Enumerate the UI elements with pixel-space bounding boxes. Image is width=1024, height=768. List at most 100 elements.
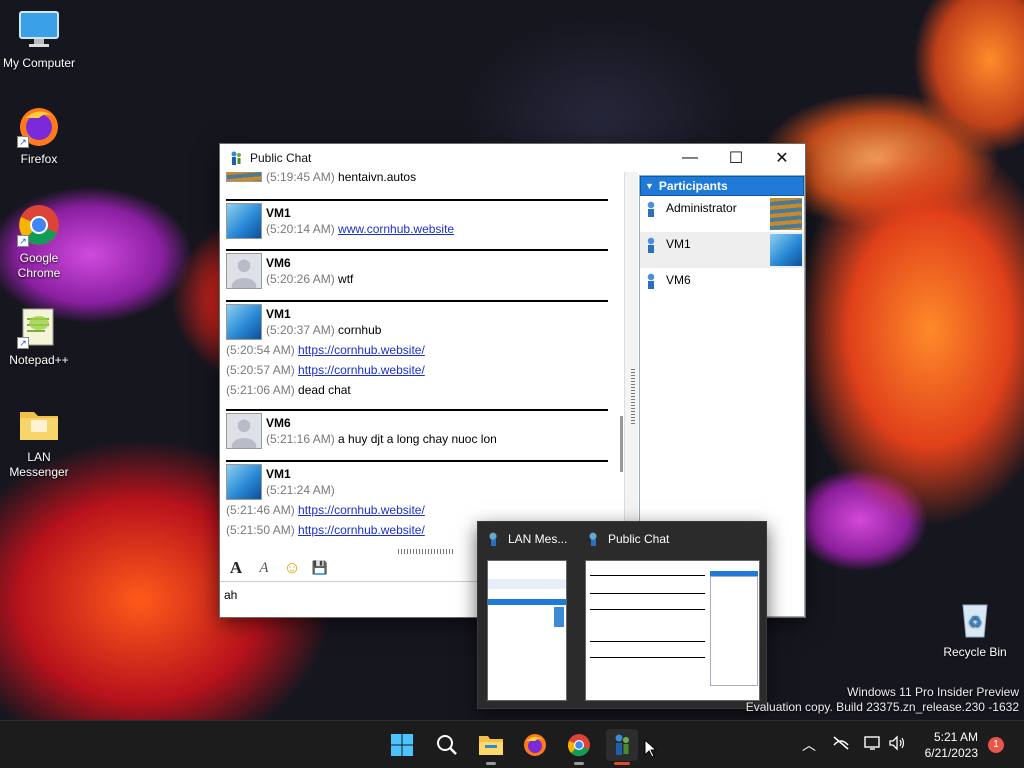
clock-time: 5:21 AM	[933, 730, 978, 744]
message-input[interactable]: ah	[220, 581, 480, 618]
desktop-icon-firefox[interactable]: ↗ Firefox	[1, 104, 77, 167]
search-button[interactable]	[431, 729, 463, 761]
avatar	[770, 198, 802, 230]
lan-messenger-taskbar-button[interactable]	[606, 729, 638, 765]
volume-icon[interactable]	[888, 735, 906, 754]
desktop-icon-notepadpp[interactable]: ↗ Notepad++	[1, 305, 77, 368]
firefox-icon	[524, 734, 546, 756]
preview-lan-messenger-title[interactable]: LAN Mes...	[486, 532, 567, 546]
firefox-icon: ↗	[17, 104, 61, 148]
message-block: (5:19:45 AM) hentaivn.autos	[226, 172, 608, 184]
folder-icon	[479, 736, 503, 755]
message-block: VM6 (5:21:16 AM) a huy djt a long chay n…	[226, 409, 608, 449]
avatar	[226, 413, 262, 449]
user-icon	[646, 237, 656, 253]
participant-vm6[interactable]: VM6	[640, 268, 804, 304]
chrome-taskbar-button[interactable]	[563, 729, 595, 765]
message-sender: VM6	[266, 416, 291, 430]
desktop-icon-lan-messenger[interactable]: LAN Messenger	[1, 402, 77, 480]
user-icon	[646, 201, 656, 217]
svg-text:♻: ♻	[968, 612, 982, 631]
running-indicator	[574, 762, 584, 765]
message-line: (5:20:26 AM) wtf	[266, 272, 354, 286]
preview-thumbnail-lan-messenger[interactable]	[487, 560, 567, 701]
preview-thumbnail-public-chat[interactable]	[585, 560, 760, 701]
clock-date: 6/21/2023	[924, 746, 978, 760]
active-indicator	[614, 762, 630, 765]
notification-badge[interactable]: 1	[988, 737, 1004, 753]
message-line: (5:19:45 AM) hentaivn.autos	[266, 172, 417, 184]
chat-scrollbar[interactable]	[620, 416, 623, 472]
folder-icon	[17, 402, 61, 446]
lan-messenger-app-icon	[486, 532, 500, 546]
windows-logo-icon	[391, 734, 413, 756]
message-block: VM1 (5:21:24 AM) (5:21:46 AM) https://co…	[226, 460, 608, 537]
start-button[interactable]	[386, 729, 418, 761]
message-block: VM1 (5:20:14 AM) www.cornhub.website	[226, 199, 608, 239]
emoji-button[interactable]: ☺	[282, 558, 302, 578]
participant-vm1[interactable]: VM1	[640, 232, 804, 268]
system-clock[interactable]: 5:21 AM 6/21/2023	[925, 729, 978, 761]
taskbar-preview: LAN Mes... Public Chat	[477, 521, 767, 709]
recycle-bin-icon: ♻	[953, 597, 997, 641]
maximize-button[interactable]: ☐	[713, 144, 759, 172]
font-button[interactable]: A	[226, 558, 246, 578]
user-icon	[646, 273, 656, 289]
title-bar[interactable]: Public Chat — ☐ ✕	[220, 144, 805, 172]
preview-public-chat-title[interactable]: Public Chat	[586, 532, 669, 546]
avatar	[226, 304, 262, 340]
message-link[interactable]: https://cornhub.website/	[298, 363, 425, 377]
message-link[interactable]: https://cornhub.website/	[298, 523, 425, 537]
lan-messenger-app-icon	[228, 150, 244, 166]
avatar	[226, 203, 262, 239]
message-line: (5:20:57 AM) https://cornhub.website/	[226, 363, 425, 377]
desktop-icon-label: Recycle Bin	[943, 645, 1007, 659]
message-line: (5:21:24 AM)	[266, 483, 335, 497]
search-icon	[437, 735, 457, 755]
display-icon[interactable]	[864, 735, 882, 754]
message-line: (5:20:54 AM) https://cornhub.website/	[226, 343, 425, 357]
desktop-icon-chrome[interactable]: ↗ Google Chrome	[1, 203, 77, 281]
message-sender: VM1	[266, 307, 291, 321]
mouse-cursor-icon	[644, 739, 658, 758]
message-link[interactable]: www.cornhub.website	[338, 222, 454, 236]
participant-administrator[interactable]: Administrator	[640, 196, 804, 232]
input-splitter-grip[interactable]	[398, 549, 453, 554]
save-button[interactable]: 💾	[310, 560, 330, 576]
desktop-icon-label: Notepad++	[9, 353, 69, 367]
desktop-icon-label: LAN Messenger	[9, 450, 69, 479]
avatar	[226, 464, 262, 500]
avatar	[226, 253, 262, 289]
message-link[interactable]: https://cornhub.website/	[298, 343, 425, 357]
chat-history[interactable]: (5:19:45 AM) hentaivn.autos VM1 (5:20:14…	[220, 172, 616, 553]
desktop-icon-my-computer[interactable]: My Computer	[1, 8, 77, 71]
minimize-button[interactable]: —	[667, 144, 713, 172]
avatar	[770, 234, 802, 266]
lan-messenger-app-icon	[586, 532, 600, 546]
network-disconnected-icon[interactable]	[832, 735, 850, 754]
desktop-icon-label: Firefox	[20, 152, 58, 166]
windows-watermark: Windows 11 Pro Insider Preview Evaluatio…	[745, 685, 1019, 714]
format-toolbar: A A ☺ 💾	[220, 557, 480, 579]
firefox-taskbar-button[interactable]	[519, 729, 551, 761]
message-link[interactable]: https://cornhub.website/	[298, 503, 425, 517]
taskbar: ︿ 5:21 AM 6/21/2023 1	[0, 720, 1024, 768]
avatar	[226, 172, 262, 182]
message-line: (5:21:46 AM) https://cornhub.website/	[226, 503, 425, 517]
running-indicator	[486, 762, 496, 765]
font-style-button[interactable]: A	[254, 560, 274, 577]
notepadpp-icon: ↗	[17, 305, 61, 349]
splitter-grip[interactable]	[631, 369, 635, 424]
shortcut-arrow-icon: ↗	[17, 235, 29, 247]
shortcut-arrow-icon: ↗	[17, 337, 29, 349]
chrome-icon: ↗	[17, 203, 61, 247]
shortcut-arrow-icon: ↗	[17, 136, 29, 148]
file-explorer-button[interactable]	[475, 729, 507, 765]
desktop-icon-label: Google Chrome	[17, 251, 61, 280]
close-button[interactable]: ✕	[759, 144, 805, 172]
participants-header[interactable]: ▼ Participants	[640, 176, 804, 196]
show-hidden-icons-button[interactable]: ︿	[802, 735, 816, 755]
desktop-icon-recycle-bin[interactable]: ♻ Recycle Bin	[937, 597, 1013, 660]
message-block: VM6 (5:20:26 AM) wtf	[226, 249, 608, 289]
message-sender: VM1	[266, 467, 291, 481]
